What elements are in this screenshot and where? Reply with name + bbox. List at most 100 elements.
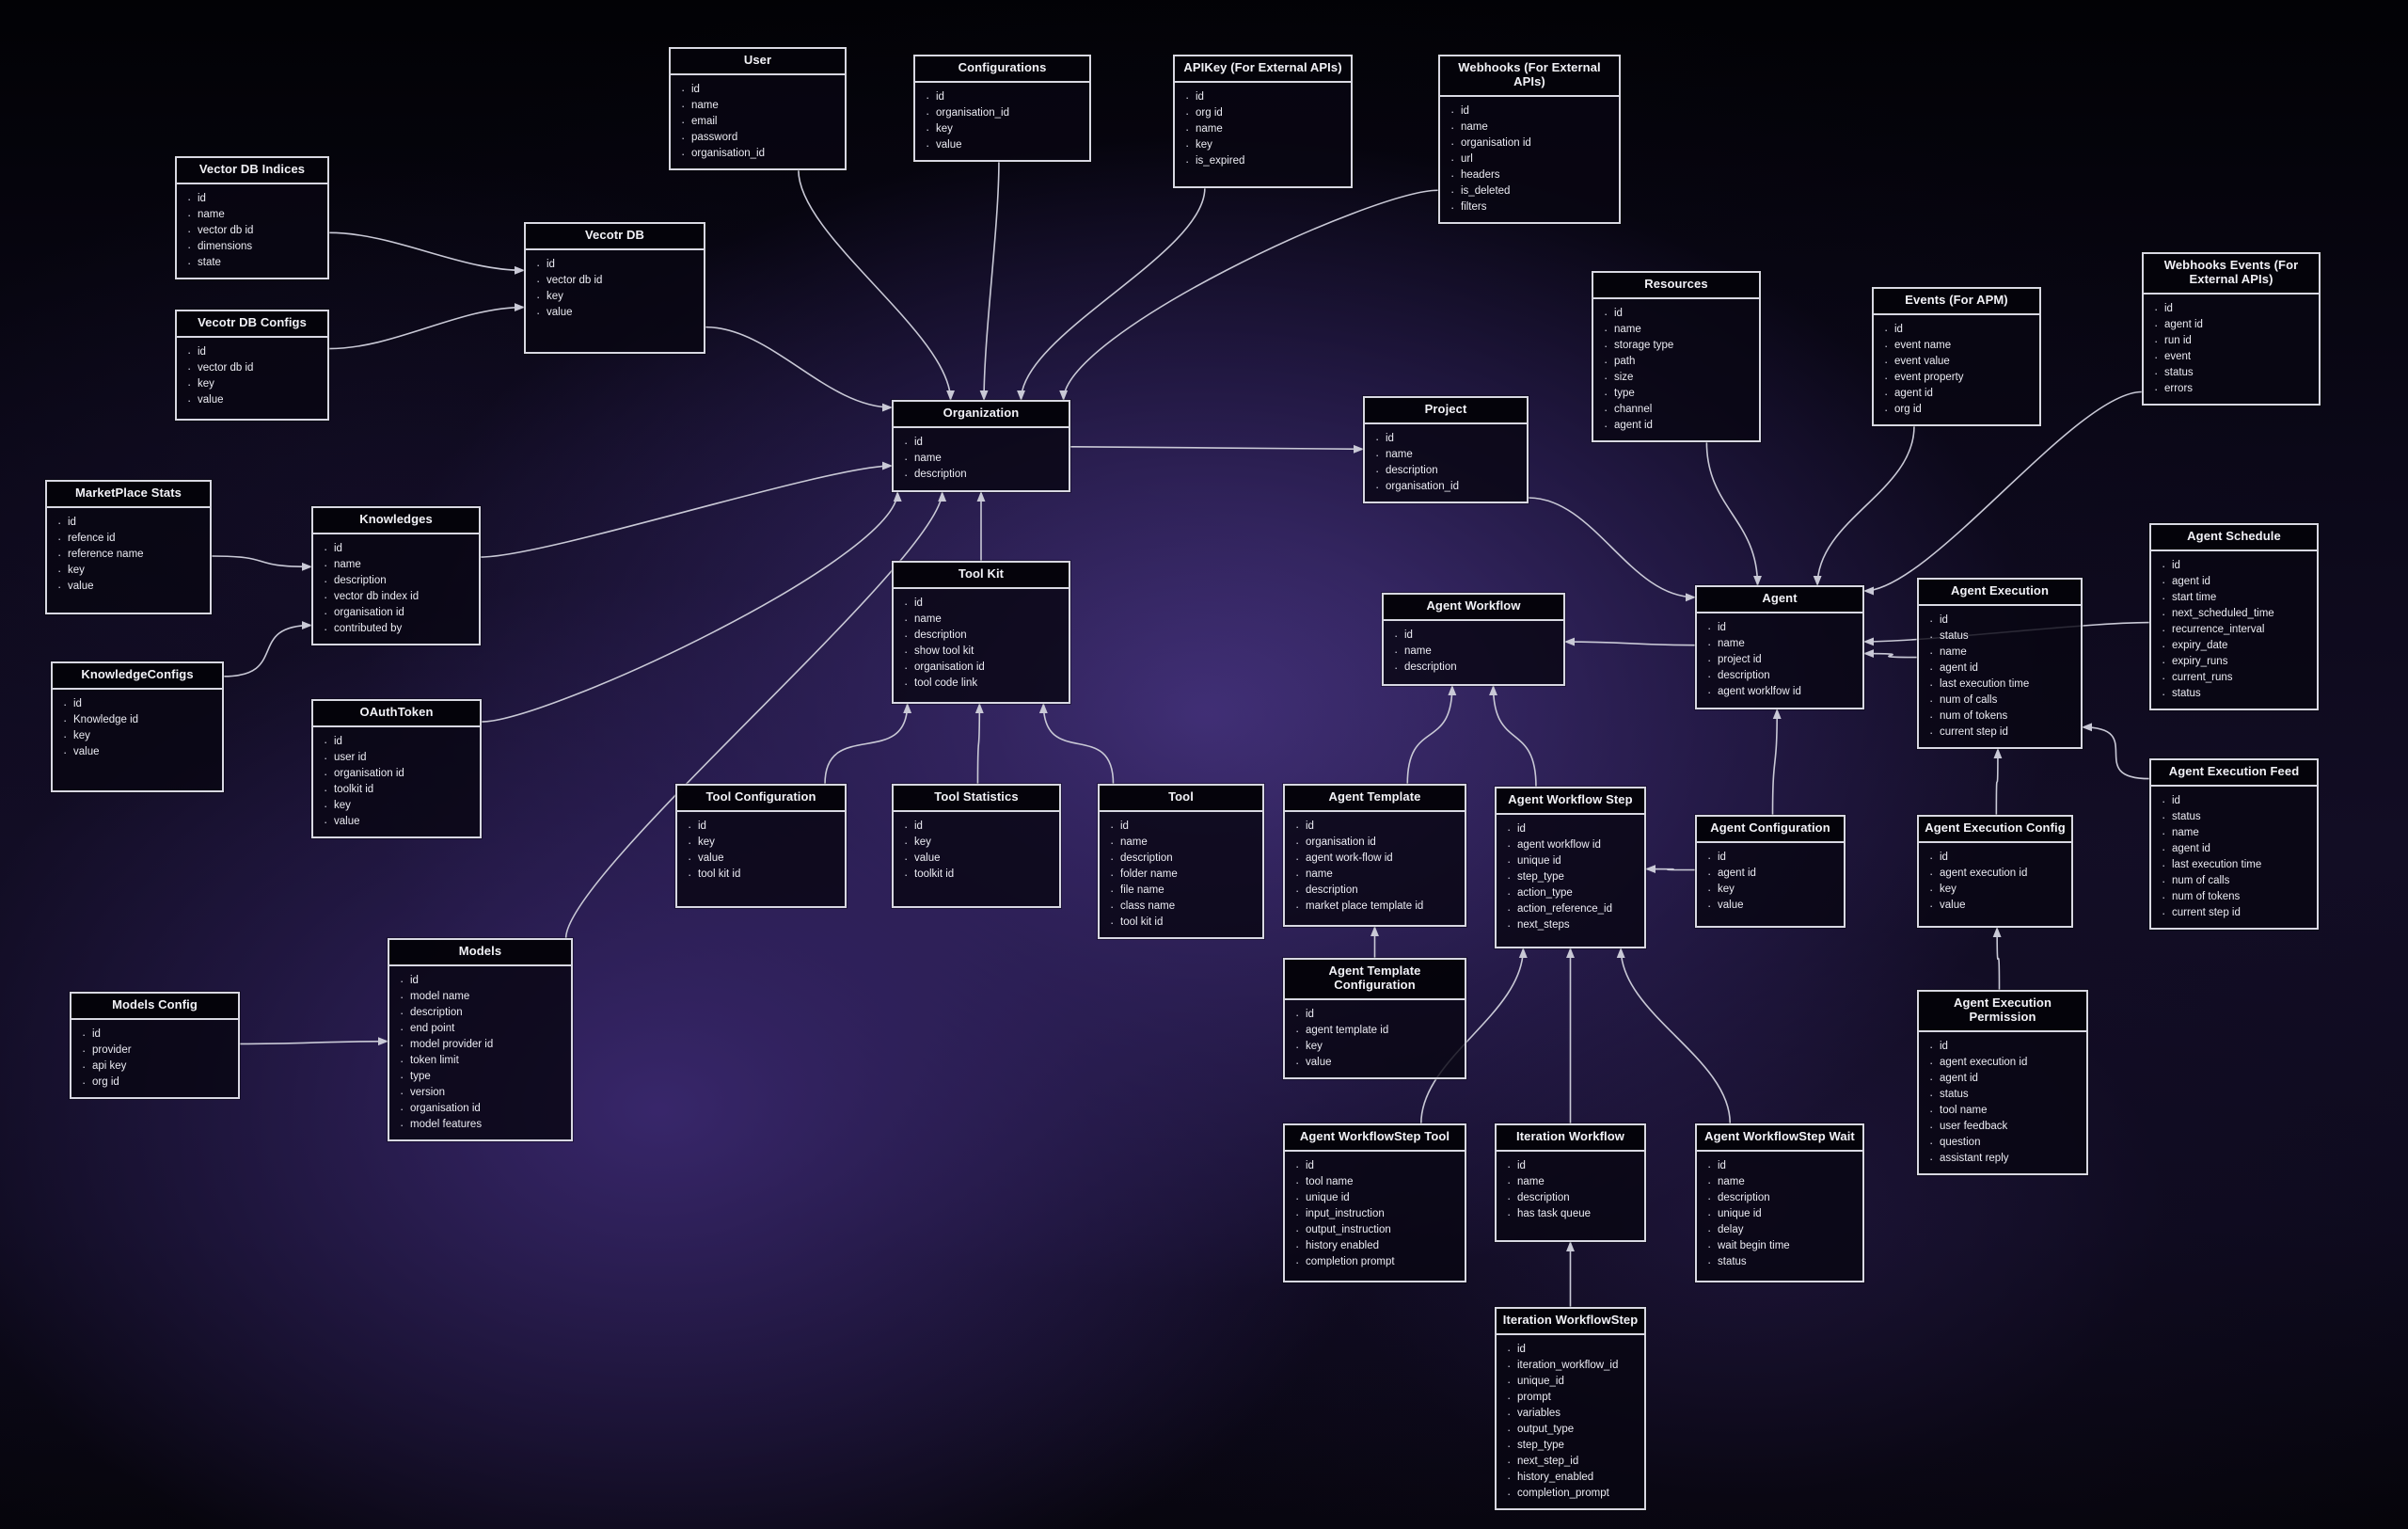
entity-tool[interactable]: Toolidnamedescriptionfolder namefile nam…	[1098, 784, 1264, 940]
entity-project[interactable]: Projectidnamedescriptionorganisation_id	[1363, 396, 1529, 503]
entity-field: market place template id	[1295, 898, 1459, 916]
entity-agent_workflow_step[interactable]: Agent Workflow Stepidagent workflow idun…	[1495, 787, 1646, 948]
entity-agent_configuration[interactable]: Agent Configurationidagent idkeyvalue	[1695, 815, 1846, 928]
entity-field: user feedback	[1929, 1118, 2081, 1136]
entity-field: path	[1604, 353, 1753, 371]
entity-field: name	[681, 97, 839, 115]
entity-oauth_token[interactable]: OAuthTokeniduser idorganisation idtoolki…	[311, 699, 482, 839]
entity-field: action_reference_id	[1507, 900, 1639, 918]
entity-field: id	[400, 972, 565, 990]
relationship-edge	[974, 702, 984, 785]
entity-field: org id	[1884, 401, 2034, 419]
entity-iteration_workflowstep[interactable]: Iteration WorkflowStepiditeration_workfl…	[1495, 1307, 1646, 1511]
entity-agent_workflowstep_wait[interactable]: Agent WorkflowStep Waitidnamedescription…	[1695, 1123, 1864, 1282]
entity-field: unique_id	[1507, 1373, 1639, 1391]
entity-models[interactable]: Modelsidmodel namedescriptionend pointmo…	[388, 938, 573, 1142]
entity-field: has task queue	[1507, 1205, 1639, 1223]
entity-tool_configuration[interactable]: Tool Configurationidkeyvaluetool kit id	[675, 784, 847, 908]
entity-vecotr_db[interactable]: Vecotr DBidvector db idkeyvalue	[524, 222, 705, 354]
entity-title: Models	[389, 940, 571, 966]
entity-agent_template[interactable]: Agent Templateidorganisation idagent wor…	[1283, 784, 1466, 927]
entity-field: key	[904, 834, 1054, 852]
entity-title: Iteration Workflow	[1497, 1125, 1644, 1152]
entity-agent_execution_feed[interactable]: Agent Execution Feed idstatusnameagent id…	[2149, 758, 2319, 931]
entity-field: unique id	[1707, 1205, 1857, 1223]
relationship-edge	[1993, 747, 2003, 816]
entity-agent_template_configuration[interactable]: Agent Template Configurationidagent temp…	[1283, 958, 1466, 1079]
entity-field-list: idagent execution idkeyvalue	[1919, 843, 2071, 920]
entity-knowledges[interactable]: Knowledgesidnamedescriptionvector db ind…	[311, 506, 481, 646]
entity-field: unique id	[1295, 1189, 1459, 1207]
entity-agent_execution_permission[interactable]: Agent Execution Permissionidagent execut…	[1917, 990, 2088, 1175]
entity-title: Agent Template Configuration	[1285, 960, 1465, 1000]
entity-field: id	[1375, 430, 1521, 448]
entity-models_config[interactable]: Models Configidproviderapi keyorg id	[70, 992, 240, 1099]
entity-field: description	[1707, 1189, 1857, 1207]
entity-field: tool kit id	[688, 866, 839, 884]
entity-agent[interactable]: Agentidnameproject iddescriptionagent wo…	[1695, 585, 1864, 709]
er-diagram-canvas: Vector DB Indicesidnamevector db iddimen…	[0, 0, 2408, 1529]
relationship-edge	[2081, 723, 2150, 780]
entity-marketplace_stats[interactable]: MarketPlace Statsidrefence idreference n…	[45, 480, 212, 614]
entity-field: name	[1707, 1173, 1857, 1191]
entity-tool_kit[interactable]: Tool Kitidnamedescriptionshow tool kitor…	[892, 561, 1070, 704]
entity-configurations[interactable]: Configurationsidorganisation_idkeyvalue	[913, 55, 1091, 162]
entity-field: token limit	[400, 1052, 565, 1070]
entity-tool_statistics[interactable]: Tool Statisticsidkeyvaluetoolkit id	[892, 784, 1061, 908]
entity-field: end point	[400, 1020, 565, 1038]
entity-field: state	[187, 254, 322, 272]
entity-knowledge_configs[interactable]: KnowledgeConfigsidKnowledge idkeyvalue	[51, 661, 224, 792]
entity-field: description	[904, 466, 1063, 484]
entity-field: prompt	[1507, 1389, 1639, 1407]
entity-vector_db_indices[interactable]: Vector DB Indicesidnamevector db iddimen…	[175, 156, 329, 280]
entity-iteration_workflow[interactable]: Iteration Workflowidnamedescriptionhas t…	[1495, 1123, 1646, 1242]
entity-field: output_type	[1507, 1421, 1639, 1439]
entity-webhooks_events[interactable]: Webhooks Events (For External APIs)idage…	[2142, 252, 2321, 406]
entity-title: Agent WorkflowStep Tool	[1285, 1125, 1465, 1152]
relationship-edge	[705, 326, 894, 412]
entity-field-list: idagent template idkeyvalue	[1285, 1000, 1465, 1077]
entity-agent_workflowstep_tool[interactable]: Agent WorkflowStep Toolidtool nameunique…	[1283, 1123, 1466, 1282]
entity-organization[interactable]: Organizationidnamedescription	[892, 400, 1070, 492]
entity-field: key	[324, 797, 474, 815]
entity-agent_schedule[interactable]: Agent Scheduleidagent idstart timenext_s…	[2149, 523, 2319, 711]
entity-field: status	[1929, 628, 2075, 645]
entity-field: key	[688, 834, 839, 852]
entity-field: value	[926, 136, 1084, 154]
entity-field: input_instruction	[1295, 1205, 1459, 1223]
entity-field: vector db id	[536, 272, 698, 290]
relationship-edge	[1017, 187, 1206, 402]
entity-vecotr_db_configs[interactable]: Vecotr DB Configsidvector db idkeyvalue	[175, 310, 329, 421]
entity-field: id	[681, 81, 839, 99]
entity-field: id	[2162, 557, 2311, 575]
entity-agent_execution[interactable]: Agent Execution idstatusnameagent idlast …	[1917, 578, 2083, 750]
relationship-edge	[1705, 441, 1762, 587]
entity-resources[interactable]: Resourcesidnamestorage typepathsizetypec…	[1592, 271, 1761, 443]
entity-field: name	[1450, 119, 1613, 136]
entity-user[interactable]: Useridnameemailpasswordorganisation_id	[669, 47, 847, 171]
entity-field: id	[187, 343, 322, 361]
entity-agent_execution_config[interactable]: Agent Execution Configidagent execution …	[1917, 815, 2073, 928]
entity-field: errors	[2154, 380, 2313, 398]
entity-field: headers	[1450, 167, 1613, 184]
entity-events_apm[interactable]: Events (For APM)idevent nameevent valuee…	[1872, 287, 2041, 427]
entity-webhooks[interactable]: Webhooks (For External APIs)idnameorgani…	[1438, 55, 1621, 224]
entity-field: agent work-flow id	[1295, 850, 1459, 868]
entity-field: id	[57, 514, 204, 532]
entity-apikey[interactable]: APIKey (For External APIs)idorg idnameke…	[1173, 55, 1353, 188]
entity-field: agent id	[1604, 417, 1753, 435]
entity-field: file name	[1110, 882, 1257, 900]
entity-field: id	[688, 818, 839, 836]
relationship-edge	[480, 461, 894, 558]
entity-field: agent id	[2162, 573, 2311, 591]
entity-field: id	[1884, 321, 2034, 339]
entity-field: is_expired	[1185, 152, 1345, 170]
entity-field: description	[1394, 659, 1558, 677]
entity-field-list: idorganisation idagent work-flow idnamed…	[1285, 812, 1465, 921]
entity-field: name	[324, 556, 473, 574]
entity-field-list: idstatusnameagent idlast execution timen…	[2151, 787, 2317, 928]
entity-field-list: idnamedescriptionunique iddelaywait begi…	[1697, 1152, 1862, 1277]
entity-agent_workflow[interactable]: Agent Workflowidnamedescription	[1382, 593, 1565, 686]
entity-title: Agent Execution	[1919, 580, 2081, 606]
entity-field: user id	[324, 749, 474, 767]
